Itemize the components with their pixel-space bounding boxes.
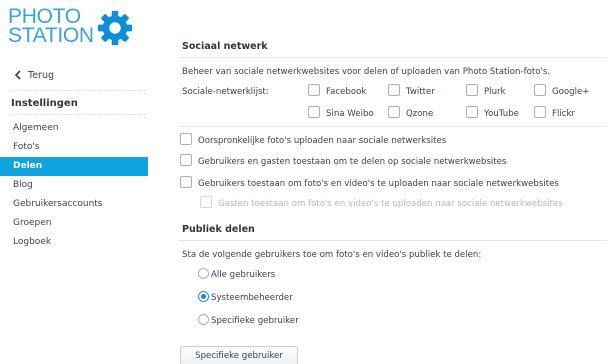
section-divider [178,240,607,241]
radio-system-admin-label: Systeembeheerder [211,293,293,303]
allow-share-label: Gebruikers en gasten toestaan om te dele… [198,157,507,167]
allow-users-upload-checkbox[interactable] [180,176,192,188]
sidebar-item-algemeen[interactable]: Algemeen [0,119,148,138]
settings-menu: Algemeen Foto's Delen Blog Gebruikersacc… [0,119,148,252]
qzone-checkbox[interactable] [388,106,400,118]
qzone-label: Qzone [406,109,434,119]
allow-share-checkbox[interactable] [180,154,192,166]
main-panel: Sociaal netwerk Beheer van sociale netwe… [178,0,607,364]
sidebar-item-fotos[interactable]: Foto's [0,138,148,157]
social-description: Beheer van sociale netwerkwebsites voor … [182,67,551,77]
radio-all-users-label: Alle gebruikers [211,270,276,280]
public-section-title: Publiek delen [182,224,255,235]
sidebar: PHOTO STATION Terug Instellingen Algemee… [0,0,148,364]
section-divider [178,126,607,127]
googleplus-checkbox[interactable] [534,84,546,96]
allow-guests-upload-label: Gasten toestaan om foto's en video's te … [218,199,563,209]
flickr-checkbox[interactable] [534,106,546,118]
sidebar-item-blog[interactable]: Blog [0,176,148,195]
sidebar-item-gebruikersaccounts[interactable]: Gebruikersaccounts [0,195,148,214]
gear-icon [97,10,133,46]
specific-user-button[interactable]: Specifieke gebruiker [180,346,298,364]
upload-originals-label: Oorspronkelijke foto's uploaden naar soc… [198,136,447,146]
logo-text-line2: STATION [8,24,94,47]
sidebar-divider [10,90,146,91]
chevron-left-icon [14,70,21,80]
facebook-label: Facebook [326,87,367,97]
sidebar-item-delen[interactable]: Delen [0,157,148,176]
sidebar-divider [10,114,146,115]
sidebar-item-logboek[interactable]: Logboek [0,233,148,252]
app-logo: PHOTO STATION [8,6,138,49]
network-list-label: Sociale-netwerklijst: [182,87,269,97]
twitter-label: Twitter [406,87,435,97]
radio-specific-user[interactable] [198,314,209,325]
twitter-checkbox[interactable] [388,84,400,96]
plurk-label: Plurk [484,87,506,97]
radio-specific-user-label: Specifieke gebruiker [211,316,299,326]
upload-originals-checkbox[interactable] [180,133,192,145]
youtube-label: YouTube [484,109,519,119]
sidebar-title: Instellingen [11,98,78,109]
radio-system-admin[interactable] [198,291,209,302]
section-divider [178,57,607,58]
sina-weibo-checkbox[interactable] [308,106,320,118]
googleplus-label: Google+ [552,87,590,97]
sina-weibo-label: Sina Weibo [326,109,374,119]
public-description: Sta de volgende gebruikers toe om foto's… [182,250,482,260]
sidebar-item-groepen[interactable]: Groepen [0,214,148,233]
logo-text: PHOTO STATION [8,6,94,47]
social-section-title: Sociaal netwerk [182,41,268,52]
flickr-label: Flickr [552,109,575,119]
plurk-checkbox[interactable] [466,84,478,96]
allow-users-upload-label: Gebruikers toestaan om foto's en video's… [198,179,559,189]
radio-all-users[interactable] [198,268,209,279]
back-link[interactable]: Terug [12,68,54,82]
allow-guests-upload-checkbox[interactable] [200,196,212,208]
back-label: Terug [28,69,54,81]
facebook-checkbox[interactable] [308,84,320,96]
youtube-checkbox[interactable] [466,106,478,118]
